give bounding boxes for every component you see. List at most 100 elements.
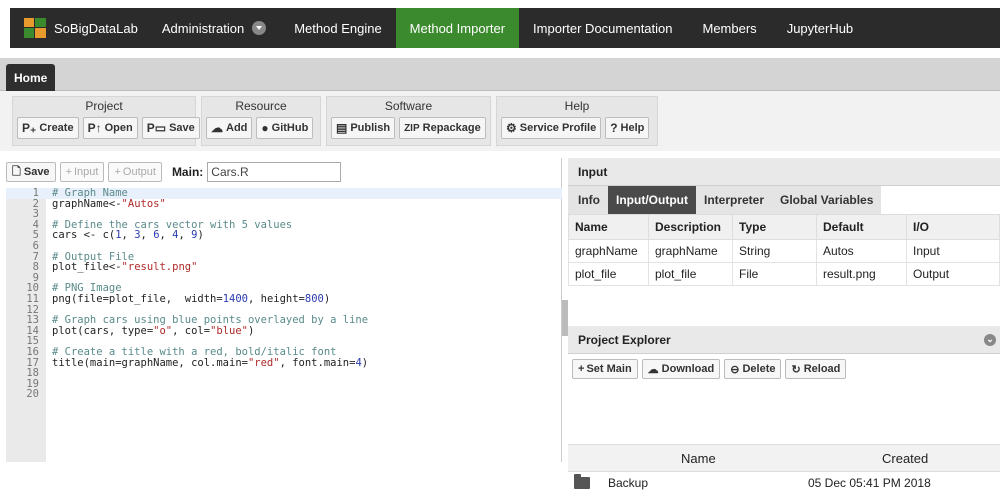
- tab-input-output[interactable]: Input/Output: [608, 186, 696, 214]
- code-line[interactable]: 20: [6, 389, 562, 400]
- line-text: title(main=graphName, col.main="red", fo…: [52, 356, 369, 369]
- line-number: 1: [32, 188, 39, 199]
- tab-info[interactable]: Info: [570, 186, 608, 214]
- nav-item-method-importer[interactable]: Method Importer: [395, 8, 520, 48]
- group-title: Software: [384, 99, 433, 113]
- code-line[interactable]: 2 graphName<-"Autos": [6, 197, 562, 210]
- ribbon: Project P₊ Create P↑ Open P▭ Save Resource …: [0, 91, 1000, 151]
- tab-home[interactable]: Home: [6, 64, 56, 91]
- input-panel-title: Input: [568, 158, 1000, 186]
- save-project-button[interactable]: P▭ Save: [141, 117, 200, 139]
- nav-item-jupyterhub[interactable]: JupyterHub: [773, 8, 867, 48]
- nav-item-method-engine[interactable]: Method Engine: [280, 8, 395, 48]
- brand-name: SoBigDataLab: [54, 20, 138, 36]
- plus-icon: +: [65, 166, 72, 178]
- explorer-title: Project Explorer: [578, 332, 671, 347]
- download-button[interactable]: ☁ Download: [641, 359, 721, 379]
- code-line[interactable]: 1 # Graph Name: [6, 188, 562, 199]
- tab-bar: Home: [0, 58, 1000, 91]
- add-input-button[interactable]: + Input: [59, 162, 105, 182]
- code-line[interactable]: 14 plot(cars, type="o", col="blue"): [6, 324, 562, 337]
- help-button[interactable]: ? Help: [605, 117, 650, 139]
- plus-icon: +: [578, 363, 585, 375]
- col-header: I/O: [906, 214, 1000, 240]
- github-button[interactable]: ● GitHub: [256, 117, 314, 139]
- save-icon: 🗋: [12, 165, 21, 178]
- set-main-button[interactable]: + Set Main: [572, 359, 638, 379]
- line-text: graphName<-"Autos": [52, 197, 166, 210]
- collapse-icon[interactable]: ⌄: [984, 333, 996, 346]
- line-text: plot_file<-"result.png": [52, 261, 198, 274]
- repackage-button[interactable]: ZIP Repackage: [399, 117, 486, 139]
- tab-interpreter[interactable]: Interpreter: [696, 186, 772, 214]
- new-project-icon: P₊: [22, 121, 37, 135]
- cloud-upload-icon: ☁: [211, 121, 223, 135]
- main-file-input[interactable]: [207, 162, 342, 182]
- cloud-download-icon: ☁: [647, 363, 659, 376]
- delete-button[interactable]: ⊖ Delete: [724, 359, 782, 379]
- nav-item-importer-documentation[interactable]: Importer Documentation: [519, 8, 686, 48]
- brand-logo-icon: [24, 18, 46, 38]
- list-item[interactable]: Backup 05 Dec 05:41 PM 2018: [568, 472, 1000, 494]
- input-panel: Input Info Input/Output Interpreter Glob…: [568, 158, 1000, 308]
- brand[interactable]: SoBigDataLab: [10, 8, 148, 48]
- line-text: png(file=plot_file, width=1400, height=8…: [52, 292, 331, 305]
- col-header: Type: [732, 214, 817, 240]
- chevron-down-icon: [252, 21, 267, 35]
- add-resource-button[interactable]: ☁ Add: [206, 117, 253, 139]
- editor-toolbar: 🗋 Save + Input + Output Main:: [0, 158, 561, 186]
- line-text: # Graph Name: [52, 188, 128, 199]
- project-explorer: Project Explorer ⌄ + Set Main ☁ Download ⊖…: [568, 326, 1000, 490]
- code-line[interactable]: 19: [6, 379, 562, 390]
- publish-button[interactable]: ▤ Publish: [331, 117, 396, 139]
- top-bar: SoBigDataLab Administration Method Engin…: [0, 0, 1000, 58]
- question-icon: ?: [610, 121, 618, 135]
- main-label: Main:: [171, 165, 204, 179]
- ribbon-group-resource: Resource ☁ Add ● GitHub: [201, 96, 321, 146]
- line-text: cars <- c(1, 3, 6, 4, 9): [52, 229, 204, 242]
- nav-item-administration[interactable]: Administration: [148, 8, 280, 48]
- code-editor-pane: 🗋Save +Input +Output Main: 1 # Graph Name…: [0, 158, 562, 462]
- plus-icon: +: [114, 166, 121, 178]
- line-number: 6: [32, 239, 39, 252]
- line-number: 11: [26, 292, 39, 305]
- reload-icon: ↻: [791, 363, 801, 376]
- folder-icon: [574, 474, 590, 489]
- group-title: Help: [564, 99, 590, 113]
- tab-global-variables[interactable]: Global Variables: [772, 186, 881, 214]
- code-area[interactable]: 1 # Graph Name 2 graphName<-"Autos" 3 4 # Defi…: [6, 188, 562, 462]
- code-line[interactable]: 5 cars <- c(1, 3, 6, 4, 9): [6, 230, 562, 241]
- main-nav: SoBigDataLab Administration Method Engin…: [10, 8, 1000, 48]
- code-line[interactable]: 17 title(main=graphName, col.main="red", …: [6, 356, 562, 369]
- github-icon: ●: [261, 121, 269, 135]
- code-line[interactable]: 16 # Create a title with a red, bold/ital…: [6, 347, 562, 358]
- table-row[interactable]: graphName graphName String Autos Input: [568, 239, 1000, 263]
- explorer-columns: Name Created: [568, 444, 1000, 472]
- editor-save-button[interactable]: 🗋 Save: [6, 162, 56, 182]
- service-profile-button[interactable]: ⚙ Service Profile: [501, 117, 602, 139]
- explorer-header: Project Explorer ⌄: [568, 326, 1000, 354]
- col-created[interactable]: Created: [882, 451, 928, 466]
- col-header: Description: [648, 214, 733, 240]
- col-name[interactable]: Name: [681, 451, 716, 466]
- reload-button[interactable]: ↻ Reload: [785, 359, 847, 379]
- open-button[interactable]: P↑ Open: [82, 117, 138, 139]
- nav-item-members[interactable]: Members: [687, 8, 773, 48]
- publish-icon: ▤: [336, 121, 348, 135]
- code-line[interactable]: 18: [6, 368, 562, 379]
- io-table: Name Description Type Default I/O graphN…: [568, 214, 1000, 286]
- create-button[interactable]: P₊ Create: [17, 117, 79, 139]
- code-line[interactable]: 11 png(file=plot_file, width=1400, height…: [6, 294, 562, 305]
- open-project-icon: P↑: [87, 121, 102, 135]
- minus-circle-icon: ⊖: [730, 363, 740, 376]
- add-output-button[interactable]: + Output: [108, 162, 162, 182]
- table-row[interactable]: plot_file plot_file File result.png Outp…: [568, 262, 1000, 286]
- ribbon-group-project: Project P₊ Create P↑ Open P▭ Save: [12, 96, 200, 146]
- line-number: 20: [26, 388, 39, 401]
- group-title: Resource: [235, 99, 287, 113]
- line-text: plot(cars, type="o", col="blue"): [52, 324, 255, 337]
- line-number: 16: [26, 345, 39, 358]
- col-header: Name: [568, 214, 649, 240]
- code-line[interactable]: 8 plot_file<-"result.png": [6, 262, 562, 273]
- zip-icon: ZIP: [404, 122, 420, 134]
